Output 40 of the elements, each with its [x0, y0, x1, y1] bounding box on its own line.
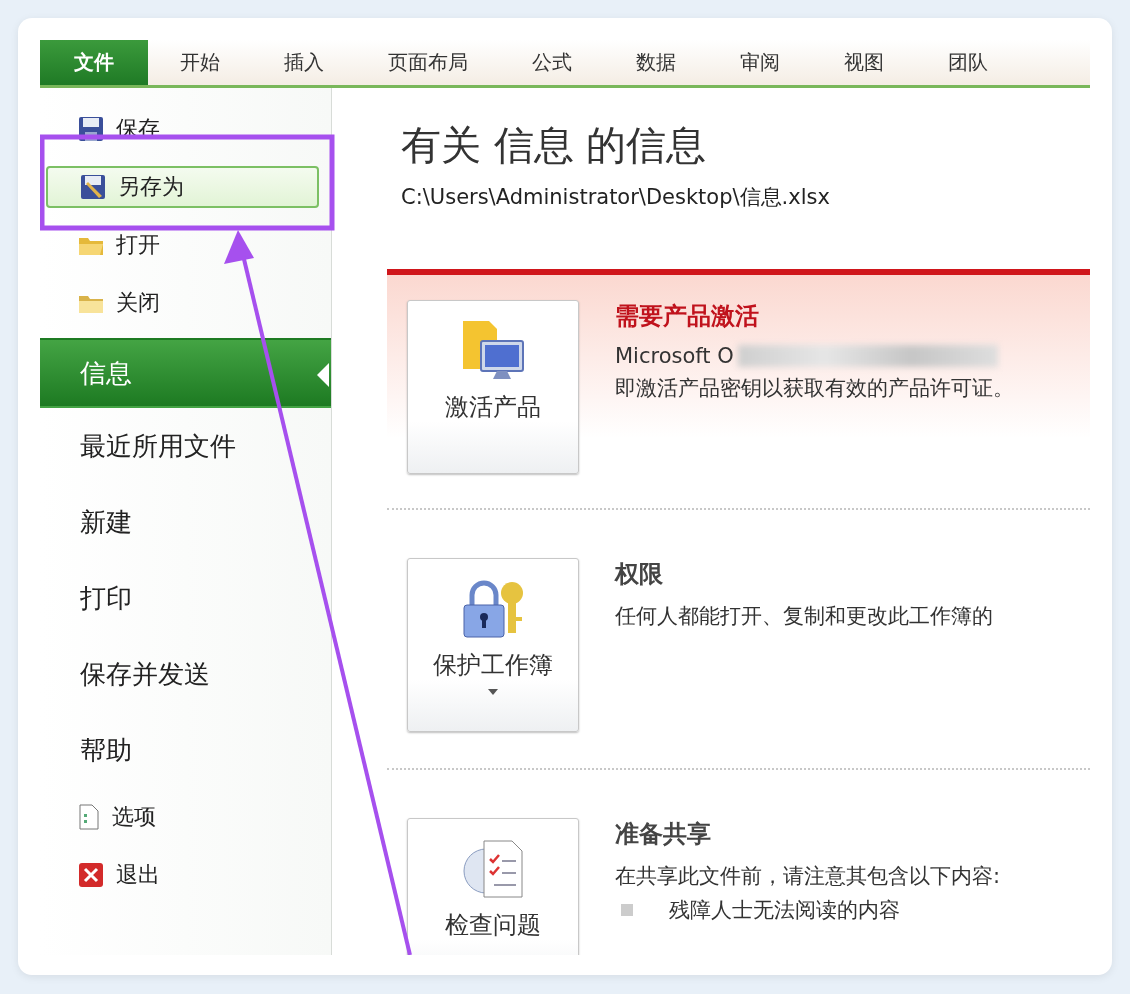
bullet-text: 残障人士无法阅读的内容 — [669, 897, 900, 924]
menu-item[interactable]: 保存并发送 — [40, 636, 331, 712]
action-button[interactable]: 检查问题 — [407, 818, 579, 955]
floppy-pencil-icon — [80, 174, 106, 200]
section-heading: 权限 — [615, 559, 664, 590]
menu-item[interactable]: 新建 — [40, 484, 331, 560]
menu-item[interactable]: 选项 — [40, 788, 331, 846]
menu-item[interactable]: 退出 — [40, 846, 331, 904]
menu-item[interactable]: 帮助 — [40, 712, 331, 788]
section-text: 即激活产品密钥以获取有效的产品许可证。 — [615, 375, 1014, 402]
checklist-icon — [460, 837, 526, 901]
ribbon-tab[interactable]: 审阅 — [708, 40, 812, 85]
bullet-square — [621, 904, 633, 916]
menu-item[interactable]: 最近所用文件 — [40, 408, 331, 484]
ribbon-tab[interactable]: 团队 — [916, 40, 1020, 85]
document-icon — [78, 804, 100, 830]
ribbon-tab[interactable]: 公式 — [500, 40, 604, 85]
page-title: 有关 信息 的信息 — [401, 121, 708, 170]
section-text: 在共享此文件前，请注意其包含以下内容: — [615, 863, 1001, 890]
action-button[interactable]: 保护工作簿 — [407, 558, 579, 732]
section-heading: 需要产品激活 — [615, 301, 760, 332]
section-heading: 准备共享 — [615, 819, 712, 850]
ribbon-tab[interactable]: 文件 — [40, 40, 148, 85]
section-text: Microsoft O — [615, 344, 734, 368]
menu-item[interactable]: 打开 — [40, 216, 331, 274]
close-icon — [78, 862, 104, 888]
action-button[interactable]: 激活产品 — [407, 300, 579, 474]
menu-item[interactable]: 另存为 — [46, 166, 319, 208]
menu-item[interactable]: 信息 — [40, 338, 331, 408]
file-path: C:\Users\Administrator\Desktop\信息.xlsx — [401, 184, 831, 211]
menu-item[interactable]: 关闭 — [40, 274, 331, 332]
ribbon-tab[interactable]: 插入 — [252, 40, 356, 85]
ribbon-tab[interactable]: 视图 — [812, 40, 916, 85]
section-text: 任何人都能打开、复制和更改此工作簿的 — [615, 603, 993, 630]
ribbon-tab[interactable]: 开始 — [148, 40, 252, 85]
menu-item[interactable]: 打印 — [40, 560, 331, 636]
selection-notch — [317, 363, 329, 387]
ribbon-tab[interactable]: 页面布局 — [356, 40, 500, 85]
caret-icon — [488, 689, 498, 695]
ribbon-tab[interactable]: 数据 — [604, 40, 708, 85]
